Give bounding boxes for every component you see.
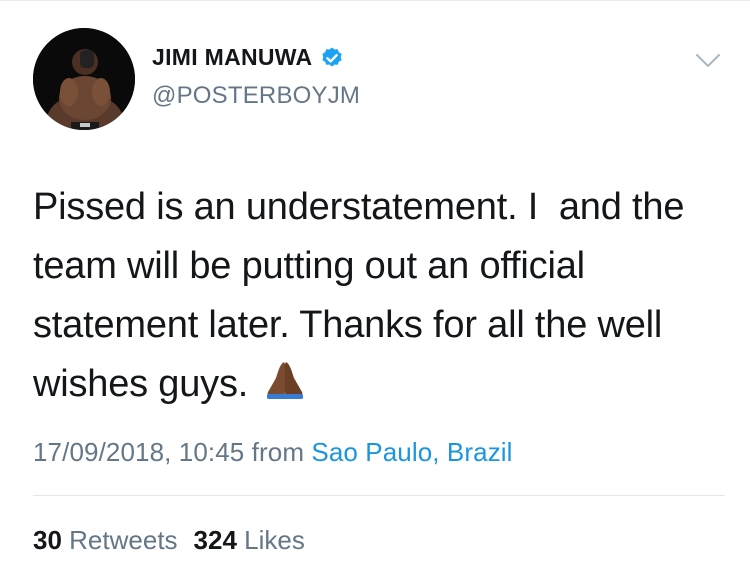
retweets-count: 30: [33, 525, 62, 555]
retweets-label: Retweets: [69, 525, 178, 555]
location-link[interactable]: Sao Paulo, Brazil: [311, 437, 512, 467]
display-name-row[interactable]: JIMI MANUWA: [152, 44, 344, 71]
likes-label: Likes: [244, 525, 305, 555]
display-name[interactable]: JIMI MANUWA: [152, 44, 312, 71]
tweet-body: Pissed is an understatement. I and the t…: [33, 186, 695, 405]
tweet-text: Pissed is an understatement. I and the t…: [33, 178, 733, 414]
folded-hands-icon: [262, 358, 308, 400]
likes-count: 324: [193, 525, 237, 555]
avatar-photo: [33, 28, 135, 130]
stats-divider: [33, 495, 725, 496]
verified-badge-icon: [320, 46, 344, 70]
top-divider: [0, 0, 750, 1]
from-label: from: [251, 437, 305, 467]
avatar[interactable]: [33, 28, 135, 130]
tweet-meta: 17/09/2018, 10:45 from Sao Paulo, Brazil: [33, 437, 513, 468]
chevron-down-icon[interactable]: [695, 52, 721, 70]
timestamp[interactable]: 17/09/2018, 10:45: [33, 437, 244, 467]
user-handle[interactable]: @POSTERBOYJM: [152, 82, 360, 110]
retweets-stat[interactable]: 30 Retweets: [33, 525, 178, 555]
tweet-stats: 30 Retweets 324 Likes: [33, 525, 305, 556]
likes-stat[interactable]: 324 Likes: [194, 525, 305, 555]
